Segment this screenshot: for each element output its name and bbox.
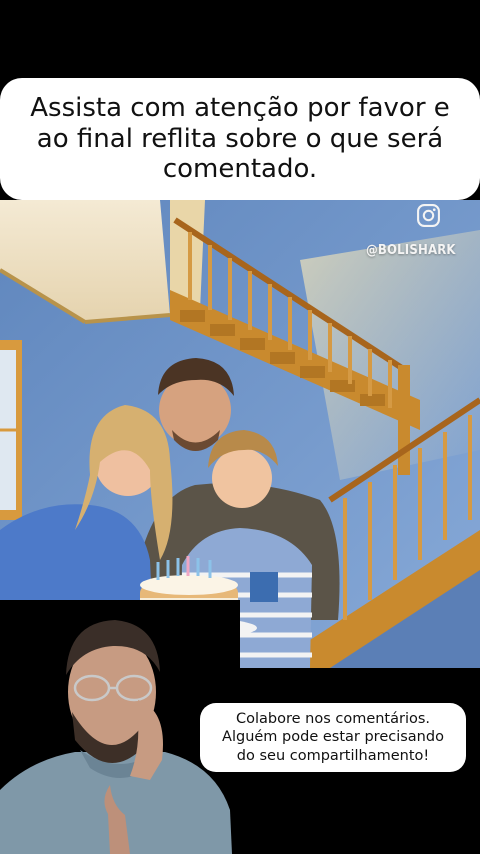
instagram-icon (417, 204, 440, 227)
watermark-handle: @BOLISHARK (366, 243, 456, 258)
reply-caption-bubble: Colabore nos comentários. Alguém pode es… (200, 703, 466, 772)
top-caption-bubble: Assista com atenção por favor e ao final… (0, 78, 480, 200)
family-scene-image (0, 200, 480, 668)
top-caption-text: Assista com atenção por favor e ao final… (30, 92, 450, 185)
reply-caption-text: Colabore nos comentários. Alguém pode es… (222, 711, 444, 764)
